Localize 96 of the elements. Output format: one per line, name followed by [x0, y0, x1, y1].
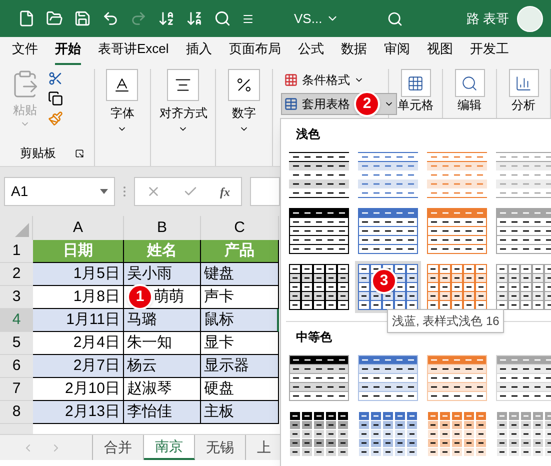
dialog-launcher-icon[interactable]	[74, 148, 84, 158]
table-cell: 马璐	[124, 309, 201, 332]
step-badge: 1	[127, 284, 153, 310]
ribbon-tab[interactable]: 视图	[426, 38, 453, 65]
ribbon-tab[interactable]: 文件	[12, 38, 38, 65]
table-cell: 显示器	[201, 355, 279, 378]
table-cell: 主板	[201, 401, 279, 424]
conditional-formatting-button[interactable]: 条件格式	[281, 69, 367, 91]
table-style-thumbnail[interactable]	[355, 149, 421, 201]
table-cell: 赵淑琴	[124, 378, 201, 401]
table-cell: 声卡	[201, 286, 279, 309]
table-cell: 鼠标	[201, 309, 279, 332]
table-style-thumbnail[interactable]	[493, 205, 551, 257]
ribbon-button[interactable]: 对齐方式	[159, 69, 208, 134]
table-icon	[284, 97, 298, 111]
table-cell: 1 萌萌	[124, 286, 201, 309]
table-style-thumbnail[interactable]	[355, 205, 421, 257]
table-style-thumbnail[interactable]	[424, 205, 490, 257]
row-header[interactable]: 1	[0, 240, 33, 263]
row-header[interactable]: 5	[0, 332, 33, 355]
sheet-tab[interactable]: 无锡	[195, 435, 246, 460]
search-icon	[461, 74, 478, 92]
file-name[interactable]: VS...	[294, 8, 322, 28]
group-label: 剪贴板	[20, 145, 56, 162]
copy-icon[interactable]	[48, 91, 63, 106]
new-file-icon[interactable]	[18, 10, 35, 27]
table-cell: 1月5日	[33, 263, 124, 286]
table-style-thumbnail[interactable]	[355, 352, 421, 404]
ribbon-tab[interactable]: 开发工	[470, 38, 509, 65]
table-style-thumbnail[interactable]	[424, 149, 490, 201]
table-cell: 朱一知	[124, 332, 201, 355]
format-painter-icon[interactable]	[48, 111, 63, 126]
cells-icon	[407, 74, 424, 92]
undo-icon[interactable]	[102, 10, 119, 27]
table-cell: 李怡佳	[124, 401, 201, 424]
cut-icon[interactable]	[48, 71, 63, 86]
search-icon[interactable]	[214, 10, 231, 27]
user-name[interactable]: 路 表哥	[466, 8, 509, 28]
ribbon-tab[interactable]: 插入	[186, 38, 212, 65]
table-cell: 硬盘	[201, 378, 279, 401]
row-header[interactable]: 7	[0, 378, 33, 401]
save-icon[interactable]	[74, 10, 91, 27]
ribbon-tab[interactable]: 页面布局	[228, 38, 281, 65]
header-cell: 姓名	[124, 240, 201, 263]
table-style-thumbnail[interactable]	[286, 149, 352, 201]
table-cell: 键盘	[201, 263, 279, 286]
name-box[interactable]: A1	[4, 177, 115, 206]
section-title: 中等色	[295, 329, 332, 346]
avatar[interactable]	[517, 6, 543, 32]
grid-icon	[284, 73, 298, 87]
table-style-thumbnail[interactable]	[286, 205, 352, 257]
table-style-thumbnail[interactable]	[493, 149, 551, 201]
sheet-tab[interactable]: 南京	[144, 435, 195, 460]
table-cell: 1月11日	[33, 309, 124, 332]
ribbon-button[interactable]: 字体	[106, 69, 138, 134]
folder-icon[interactable]	[46, 10, 63, 27]
tooltip: 浅蓝, 表样式浅色 16	[387, 309, 504, 333]
bar-chart-icon	[515, 74, 532, 92]
format-as-table-button[interactable]: 套用表格 2	[281, 93, 397, 115]
sort-descending-icon[interactable]	[186, 10, 203, 27]
sort-ascending-icon[interactable]	[158, 10, 175, 27]
table-cell: 2月13日	[33, 401, 124, 424]
table-style-thumbnail[interactable]	[493, 261, 551, 313]
percent-icon	[235, 76, 254, 94]
section-title: 浅色	[295, 126, 320, 143]
table-cell: 吴小雨	[124, 263, 201, 286]
table-style-thumbnail[interactable]	[493, 352, 551, 404]
table-style-thumbnail[interactable]	[286, 352, 352, 404]
insert-function-button[interactable]: fx	[220, 182, 230, 200]
table-cell: 2月7日	[33, 355, 124, 378]
formula-input[interactable]	[250, 177, 280, 206]
ribbon-tab[interactable]: 表哥讲Excel	[98, 38, 169, 65]
table-cell: 1月8日	[33, 286, 124, 309]
table-cell: 显卡	[201, 332, 279, 355]
table-cell: 2月4日	[33, 332, 124, 355]
row-header[interactable]: 2	[0, 263, 33, 286]
table-style-thumbnail[interactable]	[286, 261, 352, 313]
drag-handle-icon[interactable]	[123, 186, 126, 197]
row-header[interactable]: 3	[0, 286, 33, 309]
header-cell: 产品	[201, 240, 279, 263]
ribbon-button[interactable]: 数字	[228, 69, 260, 134]
ribbon-tab[interactable]: 审阅	[384, 38, 410, 65]
search-icon[interactable]	[387, 10, 404, 26]
header-cell: 日期	[33, 240, 124, 263]
ribbon-tab[interactable]: 公式	[298, 38, 324, 65]
row-header[interactable]: 4	[0, 309, 33, 332]
row-header[interactable]: 6	[0, 355, 33, 378]
customize-icon[interactable]	[242, 12, 254, 24]
font-color-icon	[113, 76, 132, 94]
table-style-thumbnail[interactable]: 3	[355, 261, 421, 313]
table-cell: 杨云	[124, 355, 201, 378]
table-style-thumbnail[interactable]	[424, 352, 490, 404]
table-cell: 2月10日	[33, 378, 124, 401]
ribbon-tab[interactable]: 数据	[340, 38, 367, 65]
row-header[interactable]: 8	[0, 401, 33, 424]
step-badge: 2	[354, 91, 380, 117]
